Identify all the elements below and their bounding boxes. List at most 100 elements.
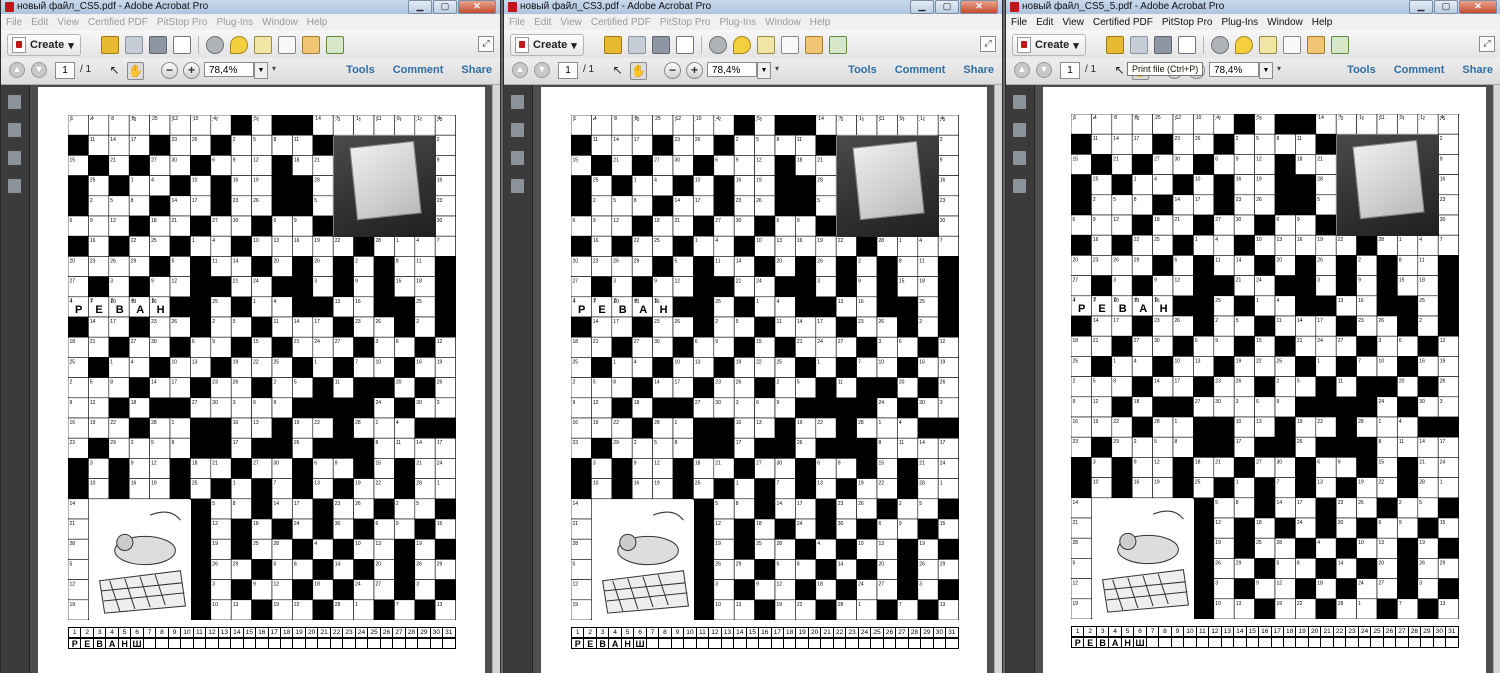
select-tool-icon[interactable]: ↖	[107, 62, 122, 78]
menu-item-edit[interactable]: Edit	[534, 17, 551, 28]
vertical-scrollbar[interactable]	[492, 85, 500, 673]
attachments-icon[interactable]	[511, 151, 524, 165]
tab-tools[interactable]: Tools	[848, 64, 877, 76]
comment-bubble-icon[interactable]	[1235, 36, 1253, 54]
comment-bubble-icon[interactable]	[733, 36, 751, 54]
document-icon[interactable]	[781, 36, 799, 54]
tab-tools[interactable]: Tools	[1347, 64, 1376, 76]
document-icon[interactable]	[278, 36, 296, 54]
zoom-dropdown-button[interactable]: ▼	[1259, 62, 1273, 79]
fullscreen-expand-icon[interactable]: ⤢	[478, 36, 494, 52]
menu-item-window[interactable]: Window	[1267, 17, 1303, 28]
tab-tools[interactable]: Tools	[346, 64, 375, 76]
save-icon[interactable]	[125, 36, 143, 54]
open-folder-icon[interactable]	[101, 36, 119, 54]
save-icon[interactable]	[628, 36, 646, 54]
share-icon[interactable]	[805, 36, 823, 54]
tab-comment[interactable]: Comment	[393, 64, 444, 76]
close-button[interactable]: ✕	[458, 0, 496, 14]
vertical-scrollbar[interactable]	[1493, 85, 1500, 673]
tab-share[interactable]: Share	[963, 64, 994, 76]
page-number-input[interactable]: 1	[1060, 62, 1080, 79]
previous-page-button[interactable]: ▲	[512, 62, 528, 78]
maximize-button[interactable]: ▢	[935, 0, 959, 14]
open-folder-icon[interactable]	[604, 36, 622, 54]
previous-page-button[interactable]: ▲	[9, 62, 25, 78]
hand-tool-icon[interactable]: ✋	[127, 62, 144, 80]
export-icon[interactable]	[326, 36, 344, 54]
zoom-dropdown-button[interactable]: ▼	[757, 62, 771, 79]
toolbar-options-arrow-icon[interactable]: ▾	[272, 64, 276, 73]
menu-item-plug-ins[interactable]: Plug-Ins	[216, 17, 253, 28]
email-icon[interactable]	[173, 36, 191, 54]
tab-share[interactable]: Share	[461, 64, 492, 76]
document-icon[interactable]	[1283, 36, 1301, 54]
menu-item-edit[interactable]: Edit	[1036, 17, 1053, 28]
menu-item-edit[interactable]: Edit	[31, 17, 48, 28]
menu-item-pitstop-pro[interactable]: PitStop Pro	[660, 17, 711, 28]
print-icon[interactable]	[652, 36, 670, 54]
bookmarks-icon[interactable]	[511, 123, 524, 137]
zoom-out-button[interactable]: −	[664, 62, 681, 79]
settings-gear-icon[interactable]	[709, 36, 727, 54]
zoom-in-button[interactable]: +	[183, 62, 200, 79]
open-folder-icon[interactable]	[1106, 36, 1124, 54]
menu-item-certified-pdf[interactable]: Certified PDF	[1093, 17, 1153, 28]
next-page-button[interactable]: ▼	[1036, 62, 1052, 78]
page-number-input[interactable]: 1	[55, 62, 75, 79]
menu-item-pitstop-pro[interactable]: PitStop Pro	[157, 17, 208, 28]
menu-item-plug-ins[interactable]: Plug-Ins	[1221, 17, 1258, 28]
menu-item-file[interactable]: File	[509, 17, 525, 28]
print-icon[interactable]	[149, 36, 167, 54]
toolbar-options-arrow-icon[interactable]: ▾	[1277, 64, 1281, 73]
share-icon[interactable]	[1307, 36, 1325, 54]
bookmarks-icon[interactable]	[1013, 123, 1026, 137]
tab-comment[interactable]: Comment	[1394, 64, 1445, 76]
menu-item-view[interactable]: View	[560, 17, 582, 28]
minimize-button[interactable]: ▁	[408, 0, 432, 14]
bookmarks-icon[interactable]	[8, 123, 21, 137]
next-page-button[interactable]: ▼	[534, 62, 550, 78]
vertical-scrollbar[interactable]	[994, 85, 1002, 673]
maximize-button[interactable]: ▢	[1434, 0, 1458, 14]
minimize-button[interactable]: ▁	[1409, 0, 1433, 14]
menu-item-help[interactable]: Help	[810, 17, 831, 28]
export-icon[interactable]	[1331, 36, 1349, 54]
toolbar-options-arrow-icon[interactable]: ▾	[775, 64, 779, 73]
menu-item-plug-ins[interactable]: Plug-Ins	[719, 17, 756, 28]
menu-item-help[interactable]: Help	[1312, 17, 1333, 28]
sign-pen-icon[interactable]	[1259, 36, 1277, 54]
maximize-button[interactable]: ▢	[433, 0, 457, 14]
comment-bubble-icon[interactable]	[230, 36, 248, 54]
menu-item-window[interactable]: Window	[262, 17, 298, 28]
settings-gear-icon[interactable]	[206, 36, 224, 54]
share-icon[interactable]	[302, 36, 320, 54]
tab-comment[interactable]: Comment	[895, 64, 946, 76]
fullscreen-expand-icon[interactable]: ⤢	[980, 36, 996, 52]
hand-tool-icon[interactable]: ✋	[630, 62, 647, 80]
close-button[interactable]: ✕	[960, 0, 998, 14]
minimize-button[interactable]: ▁	[910, 0, 934, 14]
menu-item-file[interactable]: File	[1011, 17, 1027, 28]
next-page-button[interactable]: ▼	[31, 62, 47, 78]
zoom-level-input[interactable]: 78,4%	[707, 62, 757, 77]
page-thumbnails-icon[interactable]	[1013, 95, 1026, 109]
signatures-icon[interactable]	[1013, 179, 1026, 193]
page-number-input[interactable]: 1	[558, 62, 578, 79]
save-icon[interactable]	[1130, 36, 1148, 54]
menu-item-file[interactable]: File	[6, 17, 22, 28]
email-icon[interactable]	[676, 36, 694, 54]
page-thumbnails-icon[interactable]	[8, 95, 21, 109]
signatures-icon[interactable]	[8, 179, 21, 193]
menu-item-help[interactable]: Help	[307, 17, 328, 28]
close-button[interactable]: ✕	[1459, 0, 1497, 14]
fullscreen-expand-icon[interactable]: ⤢	[1479, 36, 1495, 52]
previous-page-button[interactable]: ▲	[1014, 62, 1030, 78]
sign-pen-icon[interactable]	[757, 36, 775, 54]
zoom-level-input[interactable]: 78,4%	[1209, 62, 1259, 77]
menu-item-certified-pdf[interactable]: Certified PDF	[591, 17, 651, 28]
create-button[interactable]: Create ▾	[510, 34, 584, 56]
menu-item-certified-pdf[interactable]: Certified PDF	[88, 17, 148, 28]
email-icon[interactable]	[1178, 36, 1196, 54]
attachments-icon[interactable]	[8, 151, 21, 165]
